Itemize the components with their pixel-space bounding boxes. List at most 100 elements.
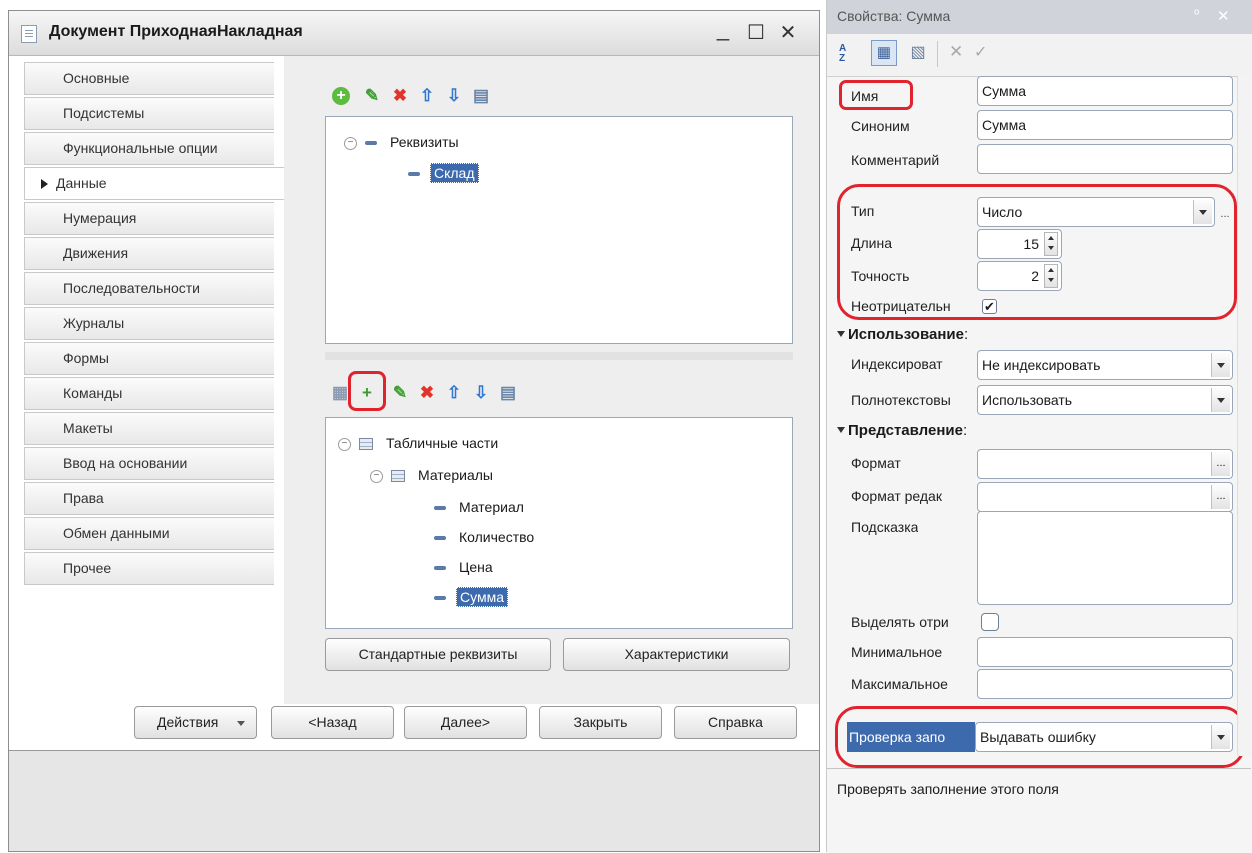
fulltext-select[interactable]: Использовать <box>977 385 1233 415</box>
requisites-tree[interactable]: − Реквизиты Склад <box>325 116 793 344</box>
maximize-button[interactable]: ☐ <box>742 19 770 47</box>
delete-icon[interactable]: ✖ <box>390 86 410 106</box>
tree-row-sum[interactable]: Сумма <box>434 585 508 609</box>
edit-pencil-icon[interactable]: ✎ <box>362 86 382 106</box>
tab-numbering[interactable]: Нумерация <box>24 202 274 235</box>
standard-requisites-button[interactable]: Стандартные реквизиты <box>325 638 551 671</box>
tab-data-exchange[interactable]: Обмен данными <box>24 517 274 550</box>
hint-textarea[interactable] <box>977 511 1233 605</box>
tab-sequences[interactable]: Последовательности <box>24 272 274 305</box>
fill-check-dropdown-icon[interactable] <box>1211 725 1230 749</box>
add-icon[interactable]: + <box>332 87 350 105</box>
tree-row-tabular-parts[interactable]: − Табличные части <box>338 431 501 455</box>
help-button[interactable]: Справка <box>674 706 797 739</box>
collapse-icon[interactable]: − <box>344 136 357 150</box>
fill-check-select-value: Выдавать ошибку <box>980 729 1096 745</box>
window-titlebar[interactable]: Документ ПриходнаяНакладная _ ☐ ✕ <box>9 11 819 56</box>
tab-functional-options[interactable]: Функциональные опции <box>24 132 274 165</box>
pin-icon[interactable]: ᵒ <box>1194 5 1199 21</box>
tab-movements[interactable]: Движения <box>24 237 274 270</box>
properties-scrollbar[interactable] <box>1237 76 1252 756</box>
minimize-button[interactable]: _ <box>709 15 737 43</box>
type-ellipsis-button[interactable]: ... <box>1216 197 1234 227</box>
tabular-parts-tree[interactable]: − Табличные части − Материалы Материал Кол… <box>325 417 793 629</box>
tab-rights[interactable]: Права <box>24 482 274 515</box>
tab-journals[interactable]: Журналы <box>24 307 274 340</box>
window-body: Основные Подсистемы Функциональные опции… <box>9 56 819 751</box>
sort-alpha-icon[interactable]: AZ <box>839 44 857 66</box>
filter-icon[interactable]: ▧ <box>907 42 929 64</box>
close-button[interactable]: Закрыть <box>539 706 662 739</box>
tree-row-materials[interactable]: − Материалы <box>370 463 496 487</box>
tree-row-price[interactable]: Цена <box>434 555 496 579</box>
fill-check-select[interactable]: Выдавать ошибку <box>975 722 1233 752</box>
format-input[interactable]: ... <box>977 449 1233 479</box>
move-up-icon[interactable]: ⇧ <box>417 86 437 106</box>
sort-list-icon[interactable]: ▤ <box>498 383 518 403</box>
characteristics-button[interactable]: Характеристики <box>563 638 790 671</box>
max-input[interactable] <box>977 669 1233 699</box>
apply-check-icon[interactable]: ✓ <box>974 42 987 62</box>
move-down-icon[interactable]: ⇩ <box>444 86 464 106</box>
precision-spinner-icon[interactable] <box>1044 264 1058 288</box>
precision-label: Точность <box>851 268 910 284</box>
clear-icon[interactable]: ✕ <box>949 42 963 62</box>
type-select[interactable]: Число <box>977 197 1215 227</box>
length-input[interactable]: 15 <box>977 229 1062 259</box>
tab-templates[interactable]: Макеты <box>24 412 274 445</box>
highlight-negative-checkbox[interactable] <box>981 613 999 631</box>
length-spinner-icon[interactable] <box>1044 232 1058 256</box>
usage-section-header[interactable]: Использование: <box>837 326 968 343</box>
index-dropdown-icon[interactable] <box>1211 353 1230 377</box>
move-down-icon[interactable]: ⇩ <box>471 383 491 403</box>
back-button[interactable]: <Назад <box>271 706 394 739</box>
fulltext-dropdown-icon[interactable] <box>1211 388 1230 412</box>
tab-data[interactable]: Данные <box>24 167 292 200</box>
tree-row-material[interactable]: Материал <box>434 495 527 519</box>
precision-input[interactable]: 2 <box>977 261 1062 291</box>
tab-forms[interactable]: Формы <box>24 342 274 375</box>
highlight-negative-label: Выделять отри <box>851 614 949 630</box>
tree-row-requisites[interactable]: − Реквизиты <box>344 130 462 154</box>
table-add-icon[interactable]: ▦ <box>330 383 350 403</box>
move-up-icon[interactable]: ⇧ <box>444 383 464 403</box>
type-dropdown-icon[interactable] <box>1193 200 1212 224</box>
close-window-button[interactable]: ✕ <box>774 19 802 47</box>
format-edit-label: Формат редак <box>851 488 942 504</box>
add-attribute-icon[interactable]: + <box>357 383 377 403</box>
toolbar-divider <box>937 41 938 67</box>
edit-pencil-icon[interactable]: ✎ <box>390 383 410 403</box>
close-panel-icon[interactable]: ✕ <box>1217 7 1230 25</box>
actions-button[interactable]: Действия <box>134 706 257 739</box>
collapse-icon[interactable]: − <box>338 437 351 451</box>
tree-label: Материалы <box>418 467 493 483</box>
max-label: Максимальное <box>851 676 948 692</box>
format-edit-ellipsis-button[interactable]: ... <box>1211 485 1230 509</box>
view-section-header[interactable]: Представление: <box>837 422 967 439</box>
splitter[interactable] <box>325 352 793 360</box>
nonnegative-checkbox[interactable]: ✔ <box>982 299 997 314</box>
tab-subsystems[interactable]: Подсистемы <box>24 97 274 130</box>
tab-input-based-on[interactable]: Ввод на основании <box>24 447 274 480</box>
tree-row-quantity[interactable]: Количество <box>434 525 537 549</box>
tab-other[interactable]: Прочее <box>24 552 274 585</box>
tab-commands[interactable]: Команды <box>24 377 274 410</box>
fulltext-select-value: Использовать <box>982 392 1073 408</box>
comment-input[interactable] <box>977 144 1233 174</box>
tab-main[interactable]: Основные <box>24 62 274 95</box>
format-ellipsis-button[interactable]: ... <box>1211 452 1230 476</box>
sort-list-icon[interactable]: ▤ <box>471 86 491 106</box>
next-button[interactable]: Далее> <box>404 706 527 739</box>
collapse-icon[interactable]: − <box>370 469 383 483</box>
min-input[interactable] <box>977 637 1233 667</box>
synonym-input[interactable]: Сумма <box>977 110 1233 140</box>
tree-row-sklad[interactable]: Склад <box>408 161 479 185</box>
hint-label: Подсказка <box>851 519 919 535</box>
name-input[interactable]: Сумма <box>977 76 1233 106</box>
format-edit-input[interactable]: ... <box>977 482 1233 512</box>
document-window: Документ ПриходнаяНакладная _ ☐ ✕ Основн… <box>8 10 820 852</box>
categories-icon[interactable]: ▦ <box>871 40 897 66</box>
properties-titlebar[interactable]: Свойства: Сумма ᵒ ✕ <box>827 0 1252 34</box>
delete-icon[interactable]: ✖ <box>417 383 437 403</box>
index-select[interactable]: Не индексировать <box>977 350 1233 380</box>
